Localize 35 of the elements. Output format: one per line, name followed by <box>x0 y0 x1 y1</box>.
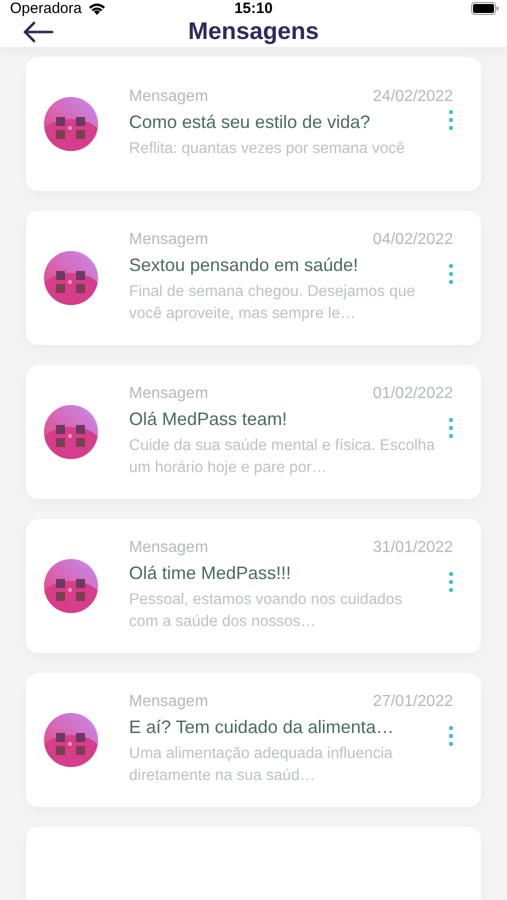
message-label: Mensagem <box>129 693 208 711</box>
message-date: 24/02/2022 <box>372 88 453 106</box>
message-title: Sextou pensando em saúde! <box>129 255 360 276</box>
status-time: 15:10 <box>234 0 273 17</box>
message-preview: Uma alimentação adequada influencia diretamente na sua saúd… <box>129 744 394 786</box>
message-title: Olá MedPass team! <box>129 409 288 430</box>
message-card[interactable]: Mensagem 01/02/2022 Olá MedPass team! Cuide da sua saúde mental e física. Escolha um horário hoje e pare por… <box>26 365 481 499</box>
more-options-button[interactable] <box>449 572 453 592</box>
message-label: Mensagem <box>129 231 208 249</box>
message-date: 01/02/2022 <box>372 385 453 403</box>
more-options-button[interactable] <box>449 418 453 438</box>
message-preview: Reflita: quantas vezes por semana você <box>129 139 406 159</box>
more-options-button[interactable] <box>449 726 453 746</box>
message-label: Mensagem <box>129 385 208 403</box>
message-preview: Cuide da sua saúde mental e física. Escolha um horário hoje e pare por… <box>129 436 436 478</box>
message-title: Como está seu estilo de vida? <box>129 112 372 133</box>
message-label: Mensagem <box>129 539 208 557</box>
more-options-button[interactable] <box>449 110 453 130</box>
message-card[interactable]: Mensagem 24/02/2022 Como está seu estilo de vida? Reflita: quantas vezes por semana você <box>26 57 481 191</box>
more-options-button[interactable] <box>449 264 453 284</box>
page-title: Mensagens <box>188 18 319 46</box>
wifi-icon <box>88 2 106 15</box>
message-title: Olá time MedPass!!! <box>129 563 292 584</box>
message-card[interactable]: Mensagem 27/01/2022 E aí? Tem cuidado da alimenta… Uma alimentação adequada influencia diretamente na sua saúd… <box>26 673 481 807</box>
message-title: E aí? Tem cuidado da alimenta… <box>129 717 395 738</box>
message-date: 27/01/2022 <box>372 693 453 711</box>
battery-icon <box>471 2 499 15</box>
message-preview: Final de semana chegou. Desejamos que você aproveite, mas sempre le… <box>129 282 416 324</box>
message-card[interactable]: Mensagem 04/02/2022 Sextou pensando em saúde! Final de semana chegou. Desejamos que você aproveite, mas sempre le… <box>26 211 481 345</box>
message-label: Mensagem <box>129 88 208 106</box>
message-date: 04/02/2022 <box>372 231 453 249</box>
message-card[interactable]: Mensagem 31/01/2022 Olá time MedPass!!! Pessoal, estamos voando nos cuidados com a saúde dos nossos… <box>26 519 481 653</box>
message-preview: Pessoal, estamos voando nos cuidados com a saúde dos nossos… <box>129 590 404 632</box>
message-date: 31/01/2022 <box>372 539 453 557</box>
carrier-name: Operadora <box>10 0 82 17</box>
